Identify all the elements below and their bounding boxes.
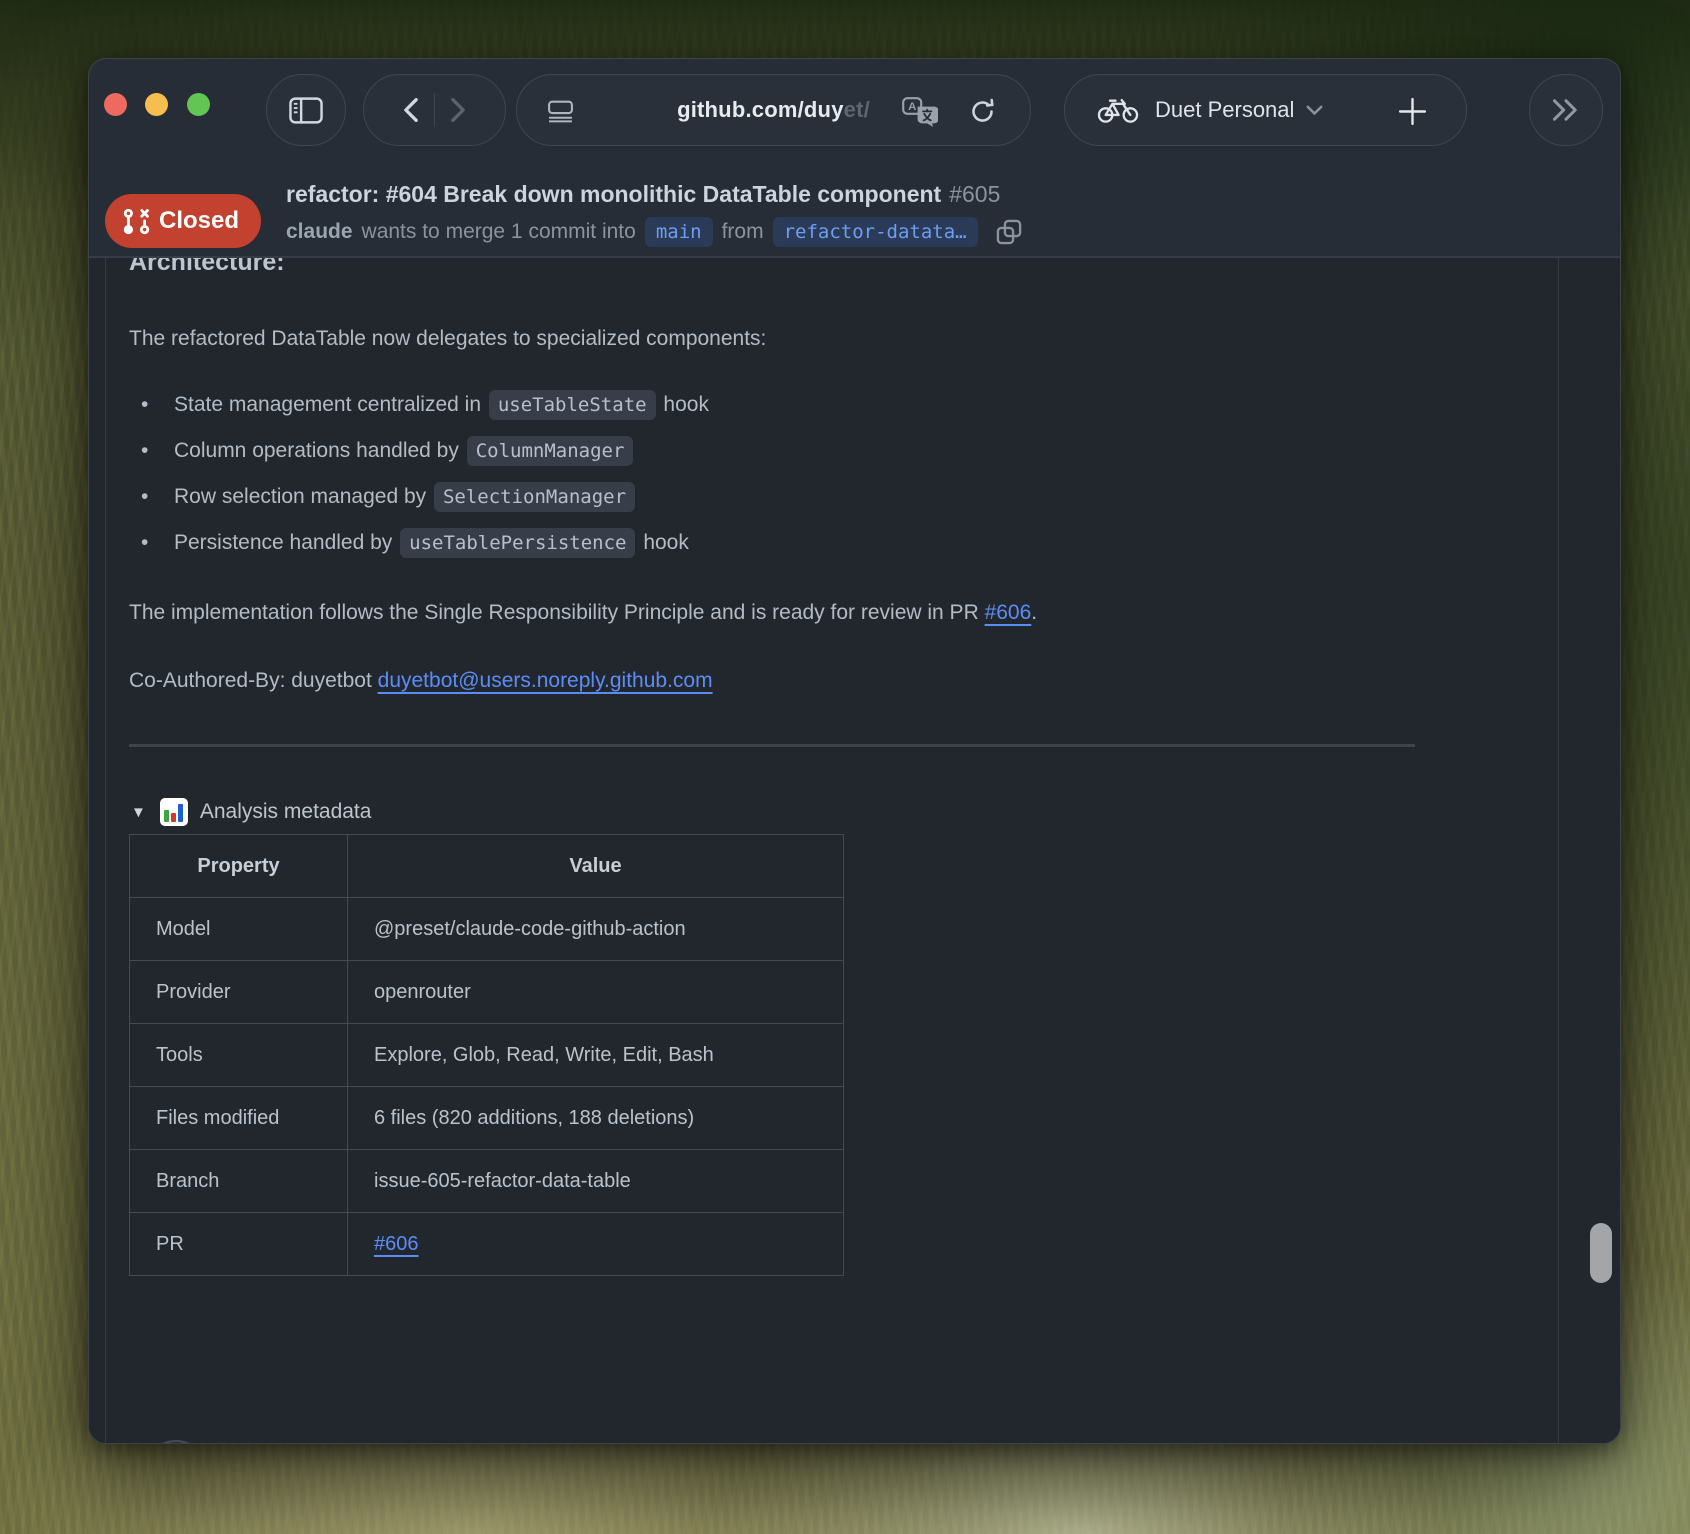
list-item-text: hook — [637, 531, 688, 554]
profile-label: Duet Personal — [1155, 97, 1294, 123]
list-item-text: Persistence handled by — [174, 531, 398, 554]
disclosure-triangle-icon: ▼ — [131, 804, 146, 821]
merge-text: wants to merge 1 commit into — [362, 220, 636, 244]
table-row: Branchissue-605-refactor-data-table — [130, 1150, 844, 1213]
list-item: State management centralized in useTable… — [129, 388, 709, 422]
sidebar-toggle-button[interactable] — [266, 74, 346, 146]
inline-code: ColumnManager — [467, 436, 634, 466]
value-header: Value — [348, 835, 844, 898]
from-text: from — [722, 220, 764, 244]
browser-toolbar: github.com/duyet/ A — [89, 59, 1620, 149]
bicycle-icon — [1097, 96, 1139, 124]
pr-header: Closed refactor: #604 Break down monolit… — [89, 149, 1620, 257]
content-right-border — [1558, 258, 1559, 1444]
table-header-row: Property Value — [130, 835, 844, 898]
pr-title: refactor: #604 Break down monolithic Dat… — [286, 181, 1000, 208]
list-item-text: Row selection managed by — [174, 485, 432, 508]
property-cell: Files modified — [130, 1087, 348, 1150]
list-item-text: hook — [658, 393, 709, 416]
metadata-table-body: Model@preset/claude-code-github-actionPr… — [130, 898, 844, 1276]
address-bar[interactable]: github.com/duyet/ A — [516, 74, 1031, 146]
coauthor-paragraph: Co-Authored-By: duyetbot duyetbot@users.… — [129, 666, 713, 696]
translate-icon[interactable]: A — [902, 97, 938, 127]
architecture-heading: Architecture: — [129, 257, 285, 277]
property-header: Property — [130, 835, 348, 898]
intro-paragraph: The refactored DataTable now delegates t… — [129, 324, 766, 354]
value-cell: issue-605-refactor-data-table — [348, 1150, 844, 1213]
table-row: ToolsExplore, Glob, Read, Write, Edit, B… — [130, 1024, 844, 1087]
list-item: Column operations handled by ColumnManag… — [129, 434, 709, 468]
scrollbar-thumb[interactable] — [1590, 1223, 1612, 1283]
implementation-paragraph: The implementation follows the Single Re… — [129, 598, 1037, 628]
pr-606-link[interactable]: #606 — [985, 601, 1032, 624]
close-window-button[interactable] — [104, 93, 127, 116]
table-row: PR #606 — [130, 1213, 844, 1276]
svg-text:A: A — [908, 101, 916, 113]
list-item: Row selection managed by SelectionManage… — [129, 480, 709, 514]
list-item: Persistence handled by useTablePersisten… — [129, 526, 709, 560]
url-text: github.com/duyet/ — [677, 97, 870, 123]
desktop-background: { "browser": { "url_visible": "github.co… — [0, 0, 1690, 1534]
value-cell: #606 — [348, 1213, 844, 1276]
property-cell: Provider — [130, 961, 348, 1024]
new-tab-button[interactable] — [1397, 96, 1428, 127]
zoom-window-button[interactable] — [187, 93, 210, 116]
value-cell: openrouter — [348, 961, 844, 1024]
inline-code: useTablePersistence — [400, 528, 635, 558]
avatar — [145, 1440, 207, 1444]
pr-number: #605 — [949, 181, 1000, 207]
show-more-toolbar-button[interactable] — [1529, 74, 1603, 146]
pr-merge-summary: claude wants to merge 1 commit into main… — [286, 217, 1023, 247]
toolbar-divider — [434, 93, 436, 127]
browser-window: github.com/duyet/ A — [88, 58, 1621, 1444]
property-cell: Tools — [130, 1024, 348, 1087]
metadata-table: Property Value Model@preset/claude-code-… — [129, 834, 844, 1276]
coauthor-email-link[interactable]: duyetbot@users.noreply.github.com — [378, 669, 713, 692]
value-cell: 6 files (820 additions, 188 deletions) — [348, 1087, 844, 1150]
copy-branch-button[interactable] — [995, 218, 1023, 246]
reload-icon[interactable] — [969, 98, 996, 125]
markdown-divider — [129, 744, 1415, 747]
inline-code: useTableState — [489, 390, 656, 420]
status-badge: Closed — [105, 194, 261, 248]
value-cell: @preset/claude-code-github-action — [348, 898, 844, 961]
architecture-list: State management centralized in useTable… — [129, 388, 709, 572]
inline-code: SelectionManager — [434, 482, 635, 512]
value-cell: Explore, Glob, Read, Write, Edit, Bash — [348, 1024, 844, 1087]
bar-chart-icon — [160, 798, 188, 826]
minimize-window-button[interactable] — [145, 93, 168, 116]
url-text-faded: et/ — [844, 97, 870, 122]
pr-author: claude — [286, 220, 353, 244]
navigation-buttons — [363, 74, 506, 146]
status-label: Closed — [159, 207, 239, 235]
content-left-border — [105, 258, 106, 1444]
double-chevron-right-icon — [1551, 98, 1581, 122]
page-format-icon[interactable] — [547, 99, 574, 123]
metadata-disclosure[interactable]: ▼ Analysis metadata — [131, 798, 371, 826]
property-cell: Branch — [130, 1150, 348, 1213]
property-cell: PR — [130, 1213, 348, 1276]
table-row: Provideropenrouter — [130, 961, 844, 1024]
back-button[interactable] — [402, 97, 420, 123]
table-row: Files modified6 files (820 additions, 18… — [130, 1087, 844, 1150]
property-cell: Model — [130, 898, 348, 961]
list-item-text: Column operations handled by — [174, 439, 465, 462]
forward-button[interactable] — [449, 97, 467, 123]
pr-body-content: Architecture: The refactored DataTable n… — [89, 257, 1620, 1444]
sidebar-icon — [289, 97, 323, 124]
base-branch-chip[interactable]: main — [645, 217, 713, 247]
pr-link[interactable]: #606 — [374, 1233, 419, 1255]
head-branch-chip[interactable]: refactor-datata… — [773, 217, 978, 247]
list-item-text: State management centralized in — [174, 393, 487, 416]
chevron-down-icon — [1306, 105, 1323, 116]
table-row: Model@preset/claude-code-github-action — [130, 898, 844, 961]
pull-request-closed-icon — [123, 208, 150, 235]
metadata-title: Analysis metadata — [200, 800, 372, 824]
profile-button[interactable]: Duet Personal — [1064, 74, 1467, 146]
